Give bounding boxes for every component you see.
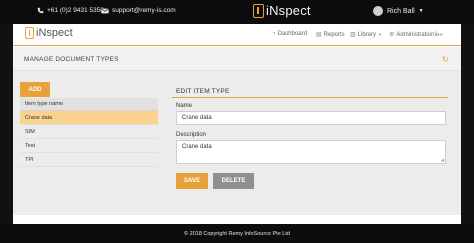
resize-handle-icon[interactable]: ◢	[441, 157, 444, 162]
description-textarea[interactable]: Crane data ◢	[176, 140, 446, 164]
list-item[interactable]: TPI	[20, 153, 158, 167]
support-email-link[interactable]: support@remy-is.com	[112, 7, 176, 14]
inspect-logo-icon	[25, 27, 34, 39]
description-value: Crane data	[182, 144, 212, 150]
nav-dashboard-label: Dashboard	[277, 31, 307, 37]
add-button[interactable]: ADD	[20, 82, 50, 97]
item-type-list: Item type name Crane data SIM Test TPI	[20, 98, 158, 167]
nav-reports-label: Reports	[323, 31, 345, 38]
phone-icon	[37, 7, 44, 14]
app-header: iNspect ◔ Dashboard ▤ Reports ▥ Library …	[13, 24, 461, 46]
user-name: Rich Ball	[387, 7, 415, 15]
description-label: Description	[176, 132, 207, 138]
dashboard-icon: ◔	[272, 31, 276, 37]
nav-help[interactable]: ℹ ▼	[435, 31, 445, 38]
app-logo[interactable]: iNspect	[25, 27, 73, 39]
inspect-logo-icon	[253, 3, 264, 18]
footer: © 2018 Copyright Remy InfoSource Pte Ltd	[0, 224, 474, 243]
phone-contact: +61 (0)2 9431 5350	[37, 7, 104, 14]
edit-panel-title: EDIT ITEM TYPE	[176, 88, 230, 95]
list-item[interactable]: Test	[20, 139, 158, 153]
nav-reports[interactable]: ▤ Reports	[316, 31, 345, 39]
top-logo-text: iNspect	[266, 3, 311, 18]
edit-title-divider	[172, 97, 448, 98]
avatar	[373, 6, 383, 16]
mail-icon	[101, 7, 109, 14]
nav-dashboard[interactable]: ◔ Dashboard	[272, 31, 307, 37]
save-button[interactable]: SAVE	[176, 173, 208, 189]
list-item[interactable]: SIM	[20, 125, 158, 139]
chevron-down-icon: ▼	[439, 32, 444, 37]
delete-button[interactable]: DELETE	[213, 173, 254, 189]
refresh-icon[interactable]: ↻	[442, 55, 449, 64]
chevron-down-icon: ▼	[378, 32, 382, 37]
nav-administration-label: Administration	[396, 31, 435, 38]
phone-number: +61 (0)2 9431 5350	[47, 7, 104, 14]
nav-library-label: Library	[357, 31, 377, 38]
list-column-header: Item type name	[20, 98, 158, 111]
edit-panel: EDIT ITEM TYPE Name Crane data Descripti…	[172, 84, 448, 195]
top-bar: +61 (0)2 9431 5350 support@remy-is.com i…	[0, 0, 474, 24]
reports-icon: ▤	[316, 32, 322, 38]
page-title: MANAGE DOCUMENT TYPES	[24, 56, 119, 63]
top-logo: iNspect	[253, 3, 311, 18]
app-logo-text: iNspect	[36, 27, 73, 39]
section-header: MANAGE DOCUMENT TYPES ↻	[13, 47, 461, 71]
name-label: Name	[176, 103, 193, 109]
email-contact[interactable]: support@remy-is.com	[101, 7, 176, 14]
nav-library[interactable]: ▥ Library ▼	[350, 31, 384, 39]
copyright-text: © 2018 Copyright Remy InfoSource Pte Ltd	[184, 230, 290, 237]
info-icon: ℹ	[435, 32, 438, 38]
chevron-down-icon: ▼	[418, 8, 424, 14]
list-item[interactable]: Crane data	[20, 111, 158, 125]
name-input[interactable]: Crane data	[176, 111, 446, 125]
settings-icon: ⚙	[389, 32, 395, 38]
user-menu[interactable]: Rich Ball ▼	[373, 6, 424, 16]
library-icon: ▥	[350, 32, 356, 38]
